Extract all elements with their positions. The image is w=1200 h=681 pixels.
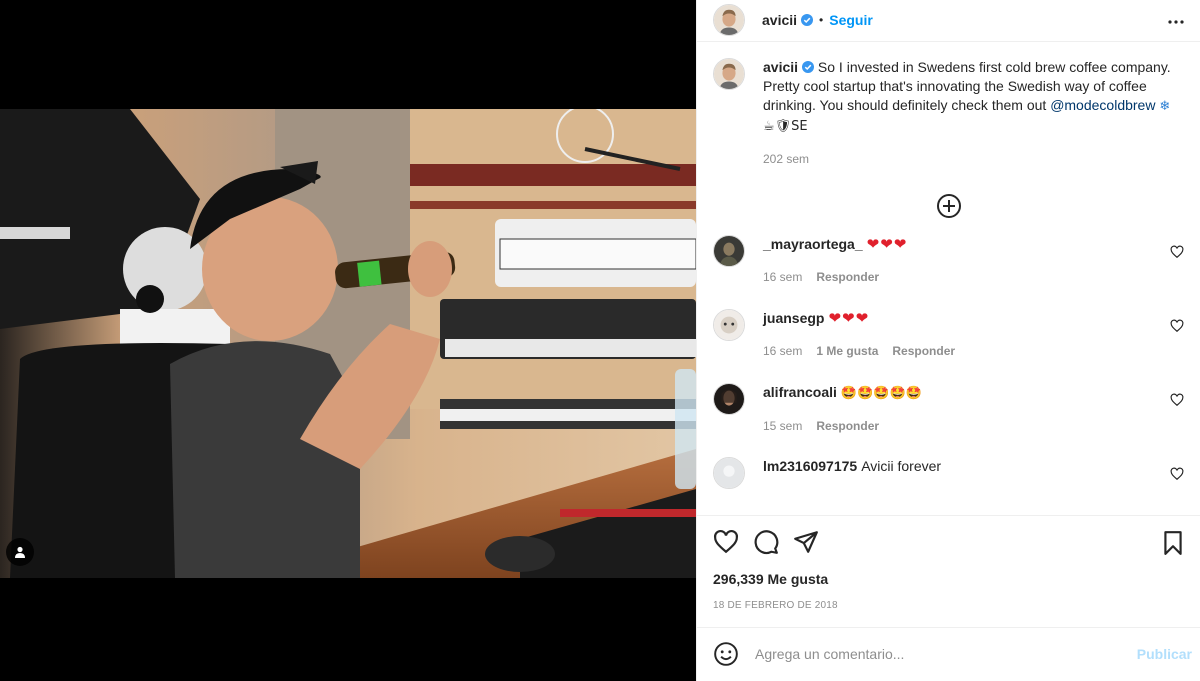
post-actions <box>697 516 1200 568</box>
comment-username[interactable]: _mayraortega_ <box>763 236 863 252</box>
media-panel <box>0 0 696 681</box>
comment-likes-count[interactable]: 1 Me gusta <box>816 342 878 360</box>
comment-body: alifrancoali 🤩🤩🤩🤩🤩 15 sem Responder <box>763 383 922 457</box>
comment-input[interactable] <box>755 646 1137 663</box>
verified-badge-icon <box>802 60 815 73</box>
comment-like-icon[interactable] <box>1170 245 1184 259</box>
caption-body: avicii So I invested in Swedens first co… <box>763 58 1179 169</box>
caption-username[interactable]: avicii <box>763 59 798 75</box>
instagram-post-view: avicii • Seguir avicii So I invested in … <box>0 0 1200 681</box>
post-photo[interactable] <box>0 109 696 578</box>
comment-meta: 15 sem Responder <box>763 417 922 435</box>
comment-body: juansegp ❤❤❤ 16 sem 1 Me gusta Responder <box>763 309 955 383</box>
comment-meta: 16 sem 1 Me gusta Responder <box>763 342 955 360</box>
comment-like-icon[interactable] <box>1170 393 1184 407</box>
verified-badge-icon <box>801 14 814 27</box>
author-avatar[interactable] <box>713 4 745 37</box>
caption-author-avatar[interactable] <box>713 57 745 90</box>
caption-mention-link[interactable]: @modecoldbrew <box>1050 97 1155 113</box>
likes-count[interactable]: 296,339 Me gusta <box>697 570 1200 588</box>
caption-timestamp[interactable]: 202 sem <box>763 150 1179 169</box>
post-details-panel: avicii • Seguir avicii So I invested in … <box>696 0 1200 681</box>
more-options-button[interactable] <box>1166 12 1186 32</box>
send-icon[interactable] <box>793 529 819 555</box>
emoji-icon[interactable] <box>713 641 739 667</box>
comment-item: lm2316097175 Avicii forever <box>713 456 1184 515</box>
comment-like-icon[interactable] <box>1170 319 1184 333</box>
comment-item: _mayraortega_ ❤❤❤ 16 sem Responder <box>713 234 1184 309</box>
comment-time[interactable]: 15 sem <box>763 417 802 435</box>
comment-meta: 16 sem Responder <box>763 268 907 286</box>
add-comment-bar: Publicar <box>697 626 1200 681</box>
reply-button[interactable]: Responder <box>816 417 879 435</box>
comment-item: juansegp ❤❤❤ 16 sem 1 Me gusta Responder <box>713 308 1184 383</box>
caption-emoji: ❄ <box>1159 98 1171 114</box>
post-header: avicii • Seguir <box>697 0 1200 42</box>
load-more-comments-button[interactable] <box>713 193 1184 219</box>
comment-username[interactable]: juansegp <box>763 310 824 326</box>
commenter-avatar[interactable] <box>713 308 745 341</box>
commenter-avatar[interactable] <box>713 234 745 267</box>
tag-user-button[interactable] <box>6 538 34 566</box>
user-tag-icon <box>15 546 25 558</box>
comment-username[interactable]: alifrancoali <box>763 384 837 400</box>
header-separator: • <box>819 13 824 28</box>
plus-circle-icon <box>936 193 961 218</box>
comment-text: ❤❤❤ <box>828 309 870 327</box>
comment-body: _mayraortega_ ❤❤❤ 16 sem Responder <box>763 235 907 309</box>
comment-time[interactable]: 16 sem <box>763 342 802 360</box>
comment-item: alifrancoali 🤩🤩🤩🤩🤩 15 sem Responder <box>713 382 1184 457</box>
comment-text: ❤❤❤ <box>866 235 908 253</box>
bookmark-icon[interactable] <box>1160 530 1186 556</box>
comment-body: lm2316097175 Avicii forever <box>763 457 942 515</box>
heart-icon[interactable] <box>713 529 739 555</box>
post-photo-image <box>0 109 696 578</box>
reply-button[interactable]: Responder <box>892 342 955 360</box>
post-date[interactable]: 18 DE FEBRERO DE 2018 <box>697 600 1200 627</box>
commenter-avatar[interactable] <box>713 456 745 489</box>
caption-emoji-line: ☕🛡SE <box>763 118 808 134</box>
author-username[interactable]: avicii <box>762 12 797 28</box>
follow-button[interactable]: Seguir <box>829 12 873 28</box>
post-caption: avicii So I invested in Swedens first co… <box>713 57 1184 169</box>
more-options-icon <box>1168 20 1184 24</box>
comment-like-icon[interactable] <box>1170 467 1184 481</box>
commenter-avatar[interactable] <box>713 382 745 415</box>
comment-time[interactable]: 16 sem <box>763 268 802 286</box>
comment-text: 🤩🤩🤩🤩🤩 <box>840 385 922 401</box>
reply-button[interactable]: Responder <box>816 268 879 286</box>
publish-button[interactable]: Publicar <box>1137 646 1192 662</box>
comment-bubble-icon[interactable] <box>753 529 779 555</box>
comments-section[interactable]: avicii So I invested in Swedens first co… <box>697 42 1200 516</box>
comment-username[interactable]: lm2316097175 <box>763 458 857 474</box>
comment-text: Avicii forever <box>861 457 942 474</box>
